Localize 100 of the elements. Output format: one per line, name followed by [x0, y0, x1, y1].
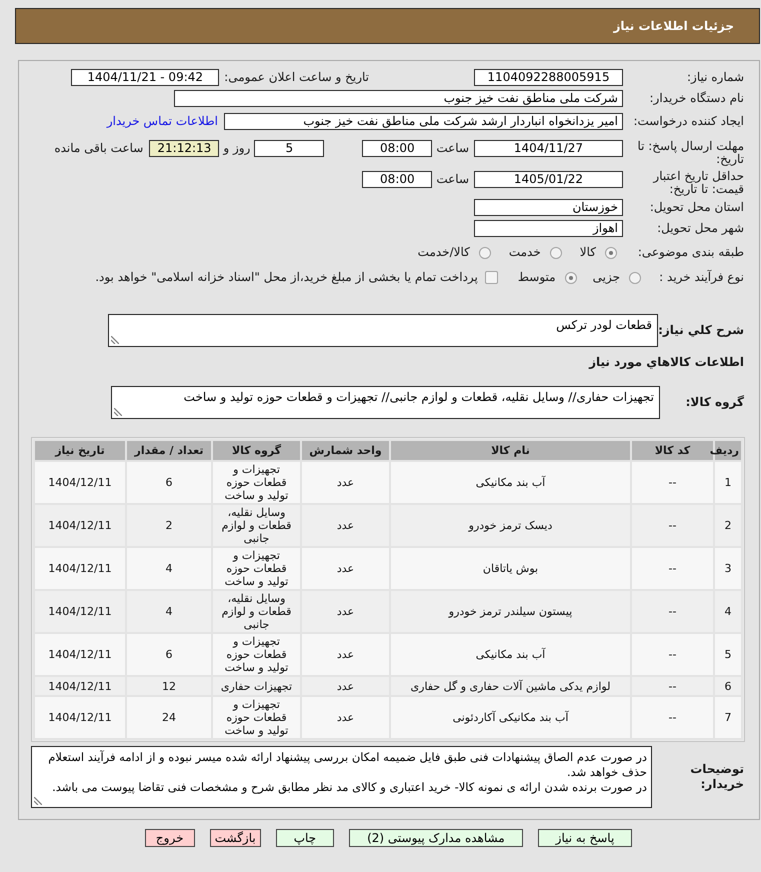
field-label: توضیحات خریدار:: [689, 762, 744, 792]
table-cell: 1404/12/11: [34, 504, 126, 547]
table-cell: تجهیزات و قطعات حوزه تولید و ساخت: [212, 547, 301, 590]
buyer-notes-field[interactable]: در صورت عدم الصاق پیشنهادات فنی طبق فایل ضمیمه امکان بررسی پیشنهاد ارائه شده میسر نبوده و از ادامه فرآیند استعلام حذف خواهد شد. در صورت برنده شدن ارائه ی نمونه کالا- خرید اعتباری و کالای مد نظر مطابق شرح و مشخصات فنی تقاضا پیوست می باشد.: [31, 746, 652, 808]
validity-time-field[interactable]: 08:00: [362, 171, 432, 188]
table-cell: تجهیزات و قطعات حوزه تولید و ساخت: [212, 696, 301, 739]
table-cell: 6: [126, 633, 212, 676]
table-cell: پیستون سیلندر ترمز خودرو: [390, 590, 631, 633]
radio-button[interactable]: [550, 246, 562, 258]
field-label: شرح کلي نياز:: [658, 324, 744, 337]
table-cell: آب بند مکانیکی: [390, 461, 631, 504]
table-cell: 1404/12/11: [34, 590, 126, 633]
announcement-date-field[interactable]: 1404/11/21 - 09:42: [71, 69, 220, 86]
field-label: مهلت ارسال پاسخ: تا تاریخ:: [636, 140, 744, 166]
page-title: جزئیات اطلاعات نیاز: [613, 19, 734, 33]
radio-button[interactable]: [629, 272, 641, 284]
days-field[interactable]: 5: [254, 140, 324, 157]
table-cell: --: [631, 547, 714, 590]
table-cell: 1404/12/11: [34, 676, 126, 696]
resize-grip-icon[interactable]: [111, 336, 119, 344]
table-cell: 1404/12/11: [34, 633, 126, 676]
field-label: استان محل تحویل:: [648, 201, 744, 214]
table-cell: آب بند مکانیکی آکاردئونی: [390, 696, 631, 739]
table-cell: عدد: [301, 696, 390, 739]
radio-button[interactable]: [605, 246, 617, 258]
table-cell: 1404/12/11: [34, 461, 126, 504]
option-label: کالا/خدمت: [418, 244, 470, 261]
field-label: ساعت: [436, 171, 469, 188]
field-label: ایجاد کننده درخواست:: [632, 115, 744, 128]
table-cell: --: [631, 504, 714, 547]
table-cell: 2: [126, 504, 212, 547]
summary-field[interactable]: قطعات لودر ترکس: [108, 314, 658, 347]
column-header: نام کالا: [390, 440, 631, 461]
table-cell: تجهیزات و قطعات حوزه تولید و ساخت: [212, 633, 301, 676]
action-button[interactable]: پاسخ به نیاز: [538, 829, 632, 847]
table-cell: دیسک ترمز خودرو: [390, 504, 631, 547]
resize-grip-icon[interactable]: [114, 408, 122, 416]
column-header: تعداد / مقدار: [126, 440, 212, 461]
requester-field[interactable]: امیر یزدانخواه انباردار ارشد شرکت ملی مناطق نفت خیز جنوب: [224, 113, 623, 130]
table-cell: 6: [714, 676, 742, 696]
option-label: خدمت: [508, 244, 541, 261]
province-field[interactable]: خوزستان: [474, 199, 623, 216]
action-button[interactable]: مشاهده مدارک پیوستی (2): [349, 829, 523, 847]
table-cell: 7: [714, 696, 742, 739]
table-cell: 5: [714, 633, 742, 676]
field-label: شماره نیاز:: [686, 71, 744, 84]
table-cell: آب بند مکانیکی: [390, 633, 631, 676]
option-label: جزیی: [592, 269, 620, 286]
validity-date-field[interactable]: 1405/01/22: [474, 171, 623, 188]
table-cell: --: [631, 633, 714, 676]
section-heading: اطلاعات کالاهاي مورد نياز: [589, 355, 744, 369]
table-cell: 1: [714, 461, 742, 504]
table-cell: عدد: [301, 461, 390, 504]
field-label: ساعت باقی مانده: [54, 140, 144, 157]
radio-button[interactable]: [478, 246, 491, 258]
action-button[interactable]: خروج: [144, 829, 195, 847]
column-header: گروه کالا: [212, 440, 301, 461]
radio-button[interactable]: [564, 272, 577, 284]
table-cell: --: [631, 676, 714, 696]
table-cell: --: [631, 696, 714, 739]
table-cell: --: [631, 461, 714, 504]
contact-link[interactable]: اطلاعات تماس خریدار: [106, 113, 218, 130]
field-label: ساعت: [436, 140, 469, 157]
column-header: واحد شمارش: [301, 440, 390, 461]
table-cell: تجهیزات حفاری: [212, 676, 301, 696]
table-cell: عدد: [301, 590, 390, 633]
table-cell: عدد: [301, 504, 390, 547]
action-button[interactable]: چاپ: [276, 829, 334, 847]
table-cell: 4: [714, 590, 742, 633]
action-button[interactable]: بازگشت: [210, 829, 261, 847]
table-cell: عدد: [301, 676, 390, 696]
table-cell: 24: [126, 696, 212, 739]
table-cell: 12: [126, 676, 212, 696]
deadline-date-field[interactable]: 1404/11/27: [474, 140, 623, 157]
remaining-time-field[interactable]: 21:12:13: [149, 140, 220, 157]
table-cell: 2: [714, 504, 742, 547]
table-cell: بوش یاتاقان: [390, 547, 631, 590]
table-cell: 3: [714, 547, 742, 590]
field-label: طبقه بندی موضوعی:: [636, 246, 744, 259]
goods-group-field[interactable]: تجهیزات حفاری// وسایل نقلیه، قطعات و لوازم جانبی// تجهیزات و قطعات حوزه تولید و ساخت: [111, 386, 660, 419]
table-cell: 6: [126, 461, 212, 504]
option-label: کالا: [580, 244, 596, 261]
table-cell: 1404/12/11: [34, 547, 126, 590]
resize-grip-icon[interactable]: [34, 797, 42, 805]
table-cell: 4: [126, 547, 212, 590]
table-cell: لوازم یدکی ماشین آلات حفاری و گل حفاری: [390, 676, 631, 696]
need-number-field[interactable]: 1104092288005915: [474, 69, 623, 86]
field-label: شهر محل تحویل:: [656, 222, 744, 235]
column-header: تاریخ نیاز: [34, 440, 126, 461]
checkbox[interactable]: [484, 271, 498, 284]
city-field[interactable]: اهواز: [474, 220, 623, 237]
table-cell: عدد: [301, 633, 390, 676]
deadline-time-field[interactable]: 08:00: [362, 140, 432, 157]
option-label: متوسط: [518, 269, 556, 286]
field-label: نوع فرآیند خرید :: [658, 271, 744, 284]
field-label: تاریخ و ساعت اعلان عمومی:: [224, 69, 369, 86]
buyer-field[interactable]: شرکت ملی مناطق نفت خیز جنوب: [174, 90, 623, 107]
field-label: گروه کالا:: [684, 396, 744, 409]
table-cell: تجهیزات و قطعات حوزه تولید و ساخت: [212, 461, 301, 504]
field-label: حداقل تاریخ اعتبار قیمت: تا تاریخ:: [652, 170, 744, 196]
